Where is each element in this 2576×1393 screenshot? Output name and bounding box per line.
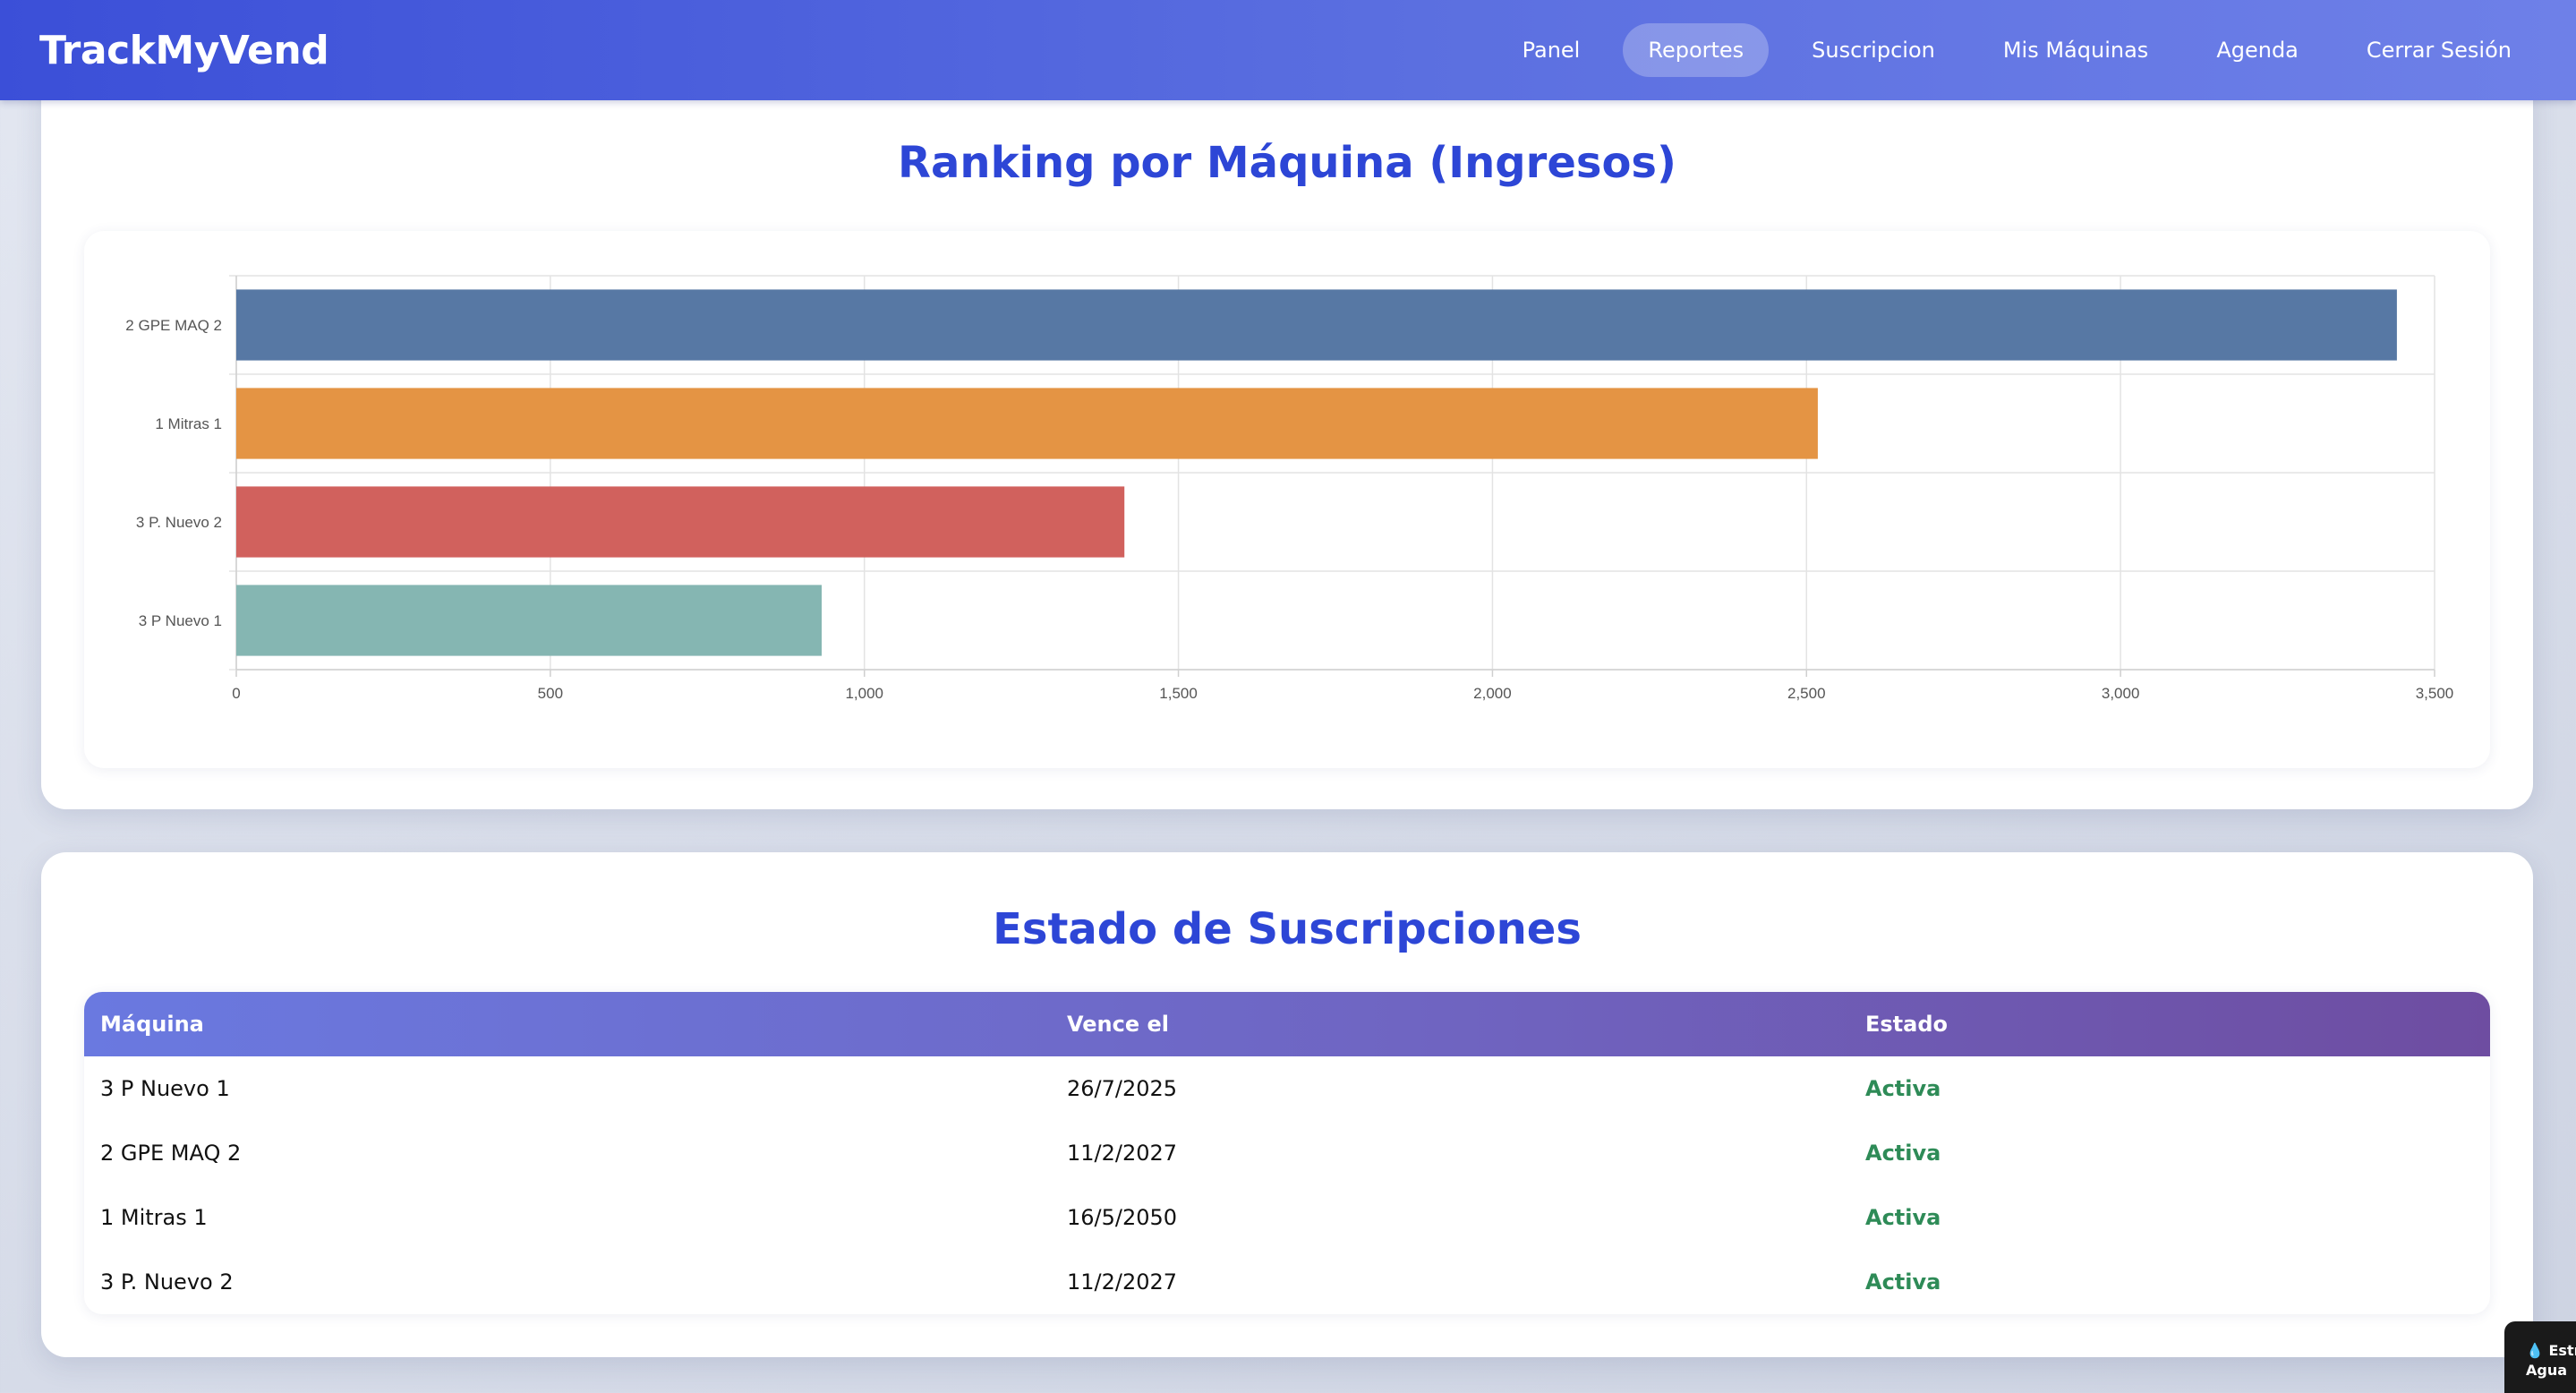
ranking-chart: 0 500 1,000 1,500 2,000 2,500 3,000 3,500 2 GPE … [84, 231, 2490, 768]
floating-widget[interactable]: 💧 Estr Agua [2504, 1321, 2576, 1393]
bar [236, 585, 822, 656]
subscriptions-title: Estado de Suscripciones [993, 904, 1582, 954]
cell-expires: 26/7/2025 [1067, 1076, 1178, 1101]
x-tick-label: 0 [232, 685, 240, 702]
x-tick-label: 2,000 [1473, 685, 1512, 702]
ranking-chart-svg: 0 500 1,000 1,500 2,000 2,500 3,000 3,500 2 GPE … [125, 275, 2454, 702]
x-tick-label: 500 [538, 685, 563, 702]
table-row: 2 GPE MAQ 2 11/2/2027 Activa [84, 1121, 2490, 1185]
status-badge: Activa [1865, 1076, 1941, 1101]
x-tick-label: 3,500 [2416, 685, 2454, 702]
cell-machine: 2 GPE MAQ 2 [100, 1141, 242, 1166]
cell-expires: 16/5/2050 [1067, 1205, 1178, 1230]
x-tick-label: 1,500 [1159, 685, 1198, 702]
bar [236, 289, 2397, 361]
status-badge: Activa [1865, 1269, 1941, 1295]
table-header: Máquina Vence el Estado [84, 992, 2490, 1056]
column-header-expires: Vence el [1067, 1012, 1169, 1037]
cell-machine: 3 P Nuevo 1 [100, 1076, 230, 1101]
nav-links: Panel Reportes Suscripcion Mis Máquinas … [1497, 23, 2537, 77]
subscriptions-card: Estado de Suscripciones Máquina Vence el… [41, 852, 2533, 1357]
brand-logo[interactable]: TrackMyVend [39, 28, 329, 73]
cell-expires: 11/2/2027 [1067, 1269, 1178, 1295]
cell-machine: 3 P. Nuevo 2 [100, 1269, 234, 1295]
nav-link-reportes[interactable]: Reportes [1623, 23, 1770, 77]
widget-line2: Agua [2526, 1362, 2568, 1379]
subscriptions-table: Máquina Vence el Estado 3 P Nuevo 1 26/7… [84, 992, 2490, 1314]
nav-link-panel[interactable]: Panel [1497, 23, 1606, 77]
bar [236, 388, 1818, 459]
cell-machine: 1 Mitras 1 [100, 1205, 208, 1230]
table-row: 1 Mitras 1 16/5/2050 Activa [84, 1185, 2490, 1250]
status-badge: Activa [1865, 1205, 1941, 1230]
ranking-title: Ranking por Máquina (Ingresos) [898, 138, 1676, 188]
ranking-card: Ranking por Máquina (Ingresos) 0 500 1,000… [41, 63, 2533, 809]
nav-link-cerrar-sesion[interactable]: Cerrar Sesión [2341, 23, 2537, 77]
status-badge: Activa [1865, 1141, 1941, 1166]
nav-link-mis-maquinas[interactable]: Mis Máquinas [1978, 23, 2173, 77]
y-tick-label: 3 P. Nuevo 2 [136, 514, 222, 531]
nav-link-agenda[interactable]: Agenda [2191, 23, 2324, 77]
widget-line1: Estr [2548, 1342, 2576, 1359]
water-drop-icon: 💧 [2526, 1342, 2544, 1359]
x-tick-label: 3,000 [2102, 685, 2140, 702]
y-tick-label: 1 Mitras 1 [155, 415, 222, 432]
table-row: 3 P. Nuevo 2 11/2/2027 Activa [84, 1250, 2490, 1314]
nav-link-suscripcion[interactable]: Suscripcion [1787, 23, 1960, 77]
bar [236, 486, 1125, 558]
y-tick-label: 2 GPE MAQ 2 [125, 317, 222, 334]
column-header-status: Estado [1865, 1012, 1949, 1037]
x-tick-label: 2,500 [1787, 685, 1826, 702]
x-tick-label: 1,000 [845, 685, 883, 702]
y-tick-label: 3 P Nuevo 1 [139, 612, 222, 629]
top-navbar: TrackMyVend Panel Reportes Suscripcion M… [0, 0, 2576, 100]
column-header-machine: Máquina [100, 1012, 204, 1037]
table-row: 3 P Nuevo 1 26/7/2025 Activa [84, 1056, 2490, 1121]
cell-expires: 11/2/2027 [1067, 1141, 1178, 1166]
